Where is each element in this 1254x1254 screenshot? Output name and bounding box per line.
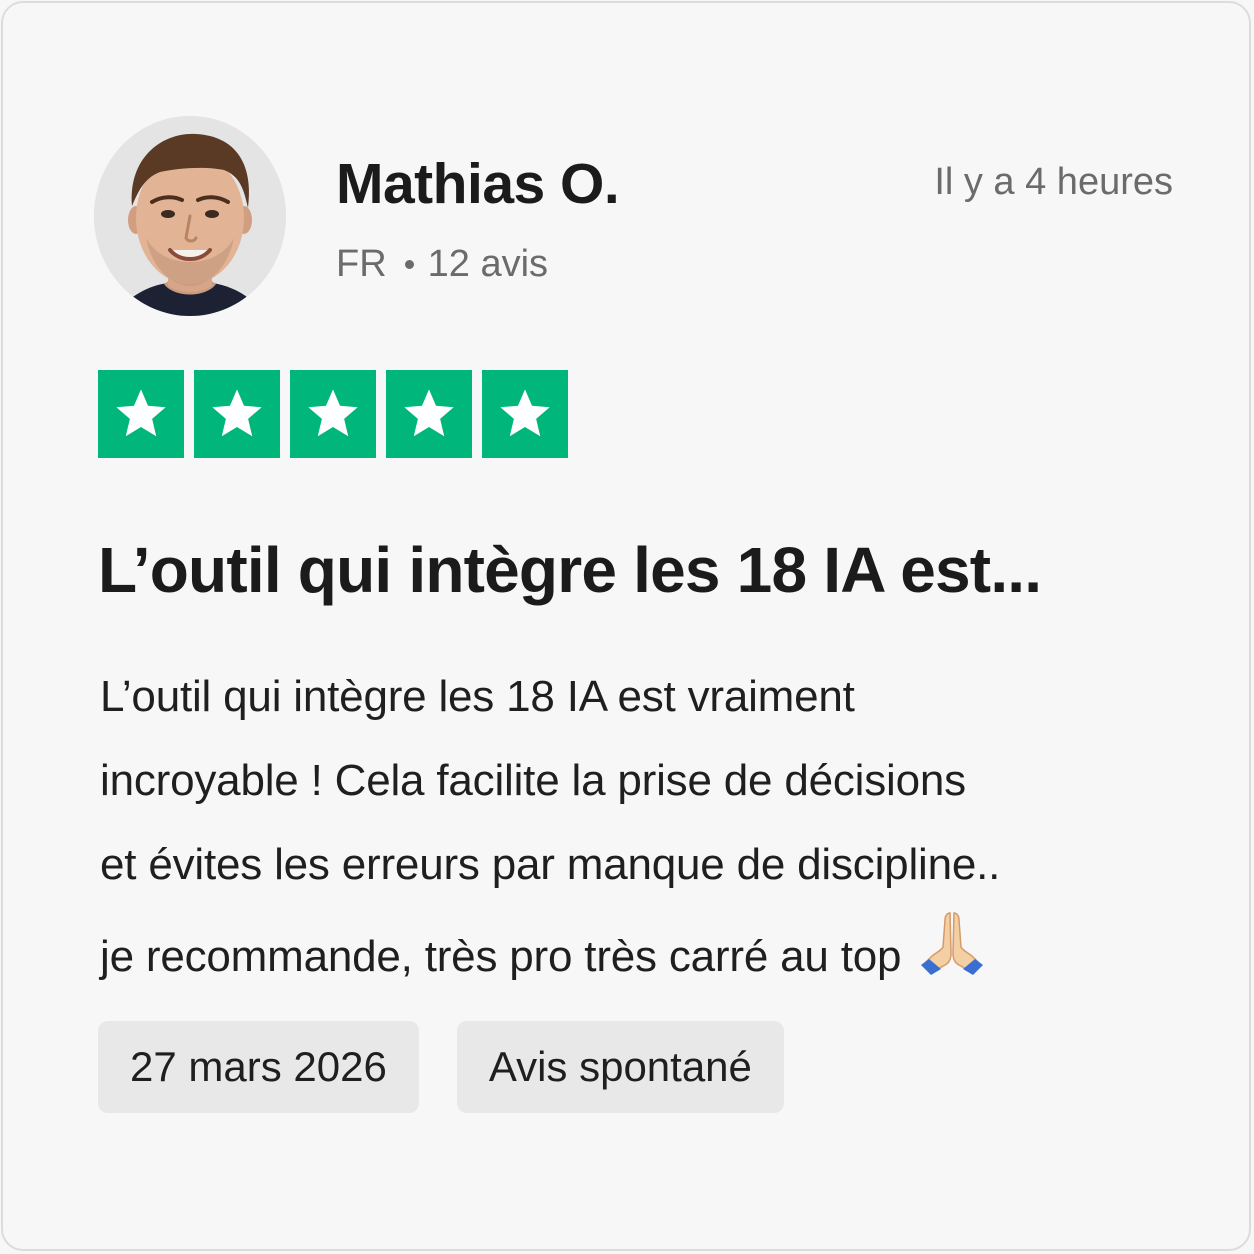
star-icon [500,389,550,437]
reviewer-country: FR [336,243,387,285]
review-body-line: L’outil qui intègre les 18 IA est vraime… [100,672,855,721]
separator-dot [404,260,414,269]
star-box [98,370,184,458]
review-body-line-last: je recommande, très pro très carré au to… [100,907,1180,999]
review-body-line: et évites les erreurs par manque de disc… [100,840,1001,889]
review-card: Mathias O. FR 12 avis Il y a 4 heures L’… [1,1,1251,1251]
review-title[interactable]: L’outil qui intègre les 18 IA est... [98,533,1178,607]
star-box [482,370,568,458]
star-box [290,370,376,458]
review-body-line: je recommande, très pro très carré au to… [100,932,902,981]
reviewer-photo-icon [94,116,286,316]
review-body: L’outil qui intègre les 18 IA est vraime… [100,655,1180,999]
review-date-chip: 27 mars 2026 [98,1021,419,1113]
review-relative-time: Il y a 4 heures [934,161,1173,203]
praying-hands-icon [921,912,984,975]
star-rating [98,370,568,458]
star-icon [404,389,454,437]
review-tags: 27 mars 2026 Avis spontané [98,1021,784,1113]
star-icon [212,389,262,437]
reviewer-review-count: 12 avis [427,243,549,285]
star-box [386,370,472,458]
review-type-chip[interactable]: Avis spontané [456,1021,784,1113]
reviewer-meta: FR 12 avis [336,243,548,286]
star-icon [308,389,358,437]
star-icon [116,389,166,437]
star-box [194,370,280,458]
reviewer-avatar[interactable] [94,116,286,316]
reviewer-name[interactable]: Mathias O. [336,151,620,217]
review-body-line: incroyable ! Cela facilite la prise de d… [100,756,966,805]
